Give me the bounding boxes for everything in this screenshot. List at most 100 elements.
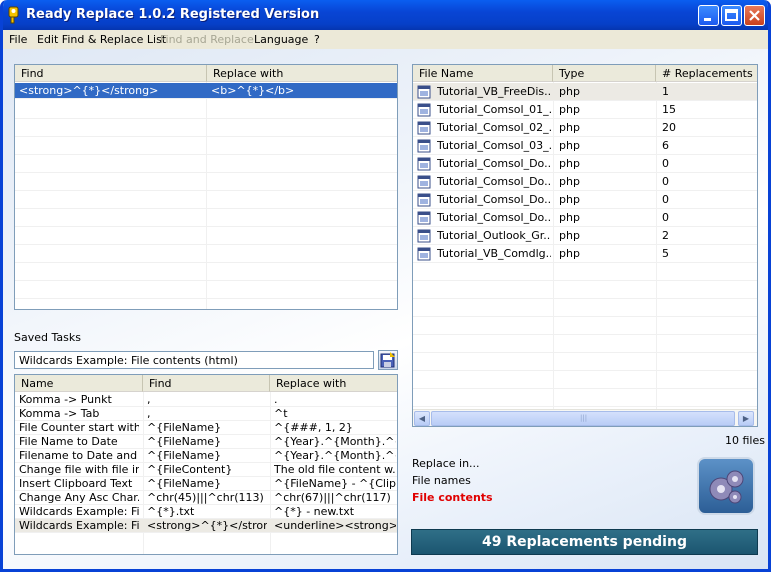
file-row[interactable]: Tutorial_Comsol_01_... php 15 (413, 101, 757, 119)
col-header-file-name[interactable]: File Name (413, 65, 553, 82)
empty-find-replace-row (15, 245, 397, 263)
saved-task-name-cell: Change file with file info (19, 463, 139, 476)
file-row[interactable]: Tutorial_Comsol_Do... php 0 (413, 155, 757, 173)
file-name-cell: Tutorial_Comsol_Do... (437, 211, 551, 224)
col-header-replace-with[interactable]: Replace with (270, 375, 397, 392)
saved-task-name-cell: Insert Clipboard Text (19, 477, 133, 490)
empty-file-row (413, 389, 757, 407)
file-row[interactable]: Tutorial_Comsol_Do... php 0 (413, 191, 757, 209)
run-replace-button[interactable] (697, 457, 755, 515)
file-count-cell: 0 (662, 193, 669, 206)
saved-task-replace-cell: ^{###, 1, 2} (274, 421, 353, 434)
saved-task-row[interactable]: Wildcards Example: Fil... ^{*}.txt ^{*} - … (15, 505, 397, 519)
saved-tasks-label: Saved Tasks (14, 331, 81, 344)
file-row[interactable]: Tutorial_Outlook_Gr... php 2 (413, 227, 757, 245)
saved-task-row[interactable]: Filename to Date and ... ^{FileName} ^{Yea… (15, 449, 397, 463)
menu-help[interactable]: ? (314, 33, 320, 46)
file-row[interactable]: Tutorial_Comsol_Do... php 0 (413, 209, 757, 227)
saved-task-name-input[interactable]: Wildcards Example: File contents (html) (14, 351, 374, 369)
empty-find-replace-row (15, 119, 397, 137)
saved-task-name-cell: Komma -> Punkt (19, 393, 112, 406)
option-file-contents[interactable]: File contents (412, 491, 493, 504)
file-row[interactable]: Tutorial_Comsol_02_... php 20 (413, 119, 757, 137)
file-type-cell: php (559, 175, 580, 188)
file-name-cell: Tutorial_Comsol_03_... (437, 139, 551, 152)
col-header-type[interactable]: Type (553, 65, 656, 82)
saved-task-row[interactable]: Change file with file info ^{FileContent}… (15, 463, 397, 477)
file-count-cell: 20 (662, 121, 676, 134)
saved-task-find-cell: , (147, 407, 151, 420)
saved-task-name-cell: Wildcards Example: Fil... (19, 505, 139, 518)
empty-find-replace-row (15, 209, 397, 227)
saved-task-row[interactable]: Komma -> Tab, ^t (15, 407, 397, 421)
empty-find-replace-row (15, 101, 397, 119)
file-name-cell: Tutorial_VB_FreeDis... (437, 85, 551, 98)
file-row[interactable]: Tutorial_Comsol_03_... php 6 (413, 137, 757, 155)
saved-task-row[interactable]: Komma -> Punkt,. (15, 393, 397, 407)
horizontal-scrollbar[interactable]: ◀ ||| ▶ (413, 409, 757, 426)
saved-task-row[interactable]: Wildcards Example: Fil... <strong>^{*}</s… (15, 519, 397, 533)
saved-task-name-cell: Wildcards Example: Fil... (19, 519, 139, 532)
saved-task-name-cell: Filename to Date and ... (19, 449, 139, 462)
file-type-cell: php (559, 247, 580, 260)
saved-tasks-list[interactable]: Name Find Replace with Komma -> Punkt,. K… (14, 374, 398, 555)
client-area: Find Replace with <strong>^{*}</strong> … (3, 49, 768, 569)
file-type-cell: php (559, 193, 580, 206)
saved-task-row[interactable]: Change Any Asc Char... ^chr(45)|||^chr(11… (15, 491, 397, 505)
saved-task-replace-cell: ^{FileName} - ^{Clipbo... (274, 477, 396, 490)
php-file-icon (417, 139, 431, 153)
col-header-replacements[interactable]: # Replacements (656, 65, 757, 82)
close-button[interactable] (744, 5, 765, 26)
php-file-icon (417, 103, 431, 117)
col-header-replace-with[interactable]: Replace with (207, 65, 397, 82)
col-header-find[interactable]: Find (15, 65, 207, 82)
empty-find-replace-row (15, 227, 397, 245)
saved-task-replace-cell: ^t (274, 407, 288, 420)
file-count-cell: 1 (662, 85, 669, 98)
find-replace-list[interactable]: Find Replace with <strong>^{*}</strong> … (14, 64, 398, 310)
saved-task-find-cell: , (147, 393, 151, 406)
find-replace-row[interactable]: <strong>^{*}</strong> <b>^{*}</b> (15, 83, 397, 99)
scroll-right-button[interactable]: ▶ (738, 411, 754, 426)
empty-file-row (413, 371, 757, 389)
file-row[interactable]: Tutorial_Comsol_Do... php 0 (413, 173, 757, 191)
minimize-icon (704, 18, 711, 21)
file-row[interactable]: Tutorial_VB_FreeDis... php 1 (413, 83, 757, 101)
saved-task-row[interactable]: File Counter start with ... ^{FileName} ^{… (15, 421, 397, 435)
window-title: Ready Replace 1.0.2 Registered Version (26, 7, 320, 22)
saved-task-row[interactable]: File Name to Date ^{FileName} ^{Year}.^{Mo… (15, 435, 397, 449)
file-type-cell: php (559, 157, 580, 170)
file-name-cell: Tutorial_VB_Comdlg... (437, 247, 551, 260)
find-cell: <strong>^{*}</strong> (19, 84, 159, 97)
menu-file[interactable]: File (9, 33, 27, 46)
title-bar[interactable]: Ready Replace 1.0.2 Registered Version (3, 0, 768, 30)
scroll-thumb[interactable]: ||| (431, 411, 735, 426)
saved-task-find-cell: <strong>^{*}</strong> (147, 519, 267, 532)
saved-task-row[interactable]: Insert Clipboard Text ^{FileName} ^{FileNa… (15, 477, 397, 491)
col-header-name[interactable]: Name (15, 375, 143, 392)
saved-task-find-cell: ^{*}.txt (147, 505, 195, 518)
menu-find-and-replace[interactable]: Find and Replace (160, 33, 254, 46)
file-list[interactable]: File Name Type # Replacements Tutorial_V… (412, 64, 758, 427)
file-type-cell: php (559, 85, 580, 98)
php-file-icon (417, 211, 431, 225)
file-count: 10 files (725, 434, 765, 447)
maximize-button[interactable] (721, 5, 742, 26)
col-header-find[interactable]: Find (143, 375, 270, 392)
file-count-cell: 0 (662, 175, 669, 188)
maximize-icon (725, 9, 738, 21)
file-row[interactable]: Tutorial_VB_Comdlg... php 5 (413, 245, 757, 263)
gears-icon (709, 470, 744, 504)
file-type-cell: php (559, 103, 580, 116)
file-type-cell: php (559, 229, 580, 242)
save-task-button[interactable] (378, 350, 398, 370)
scroll-left-button[interactable]: ◀ (414, 411, 430, 426)
minimize-button[interactable] (698, 5, 719, 26)
file-type-cell: php (559, 139, 580, 152)
file-name-cell: Tutorial_Outlook_Gr... (437, 229, 551, 242)
menu-edit-find-replace-list[interactable]: Edit Find & Replace List (37, 33, 166, 46)
option-file-names[interactable]: File names (412, 474, 471, 487)
empty-find-replace-row (15, 281, 397, 299)
menu-language[interactable]: Language (254, 33, 308, 46)
file-count-cell: 5 (662, 247, 669, 260)
